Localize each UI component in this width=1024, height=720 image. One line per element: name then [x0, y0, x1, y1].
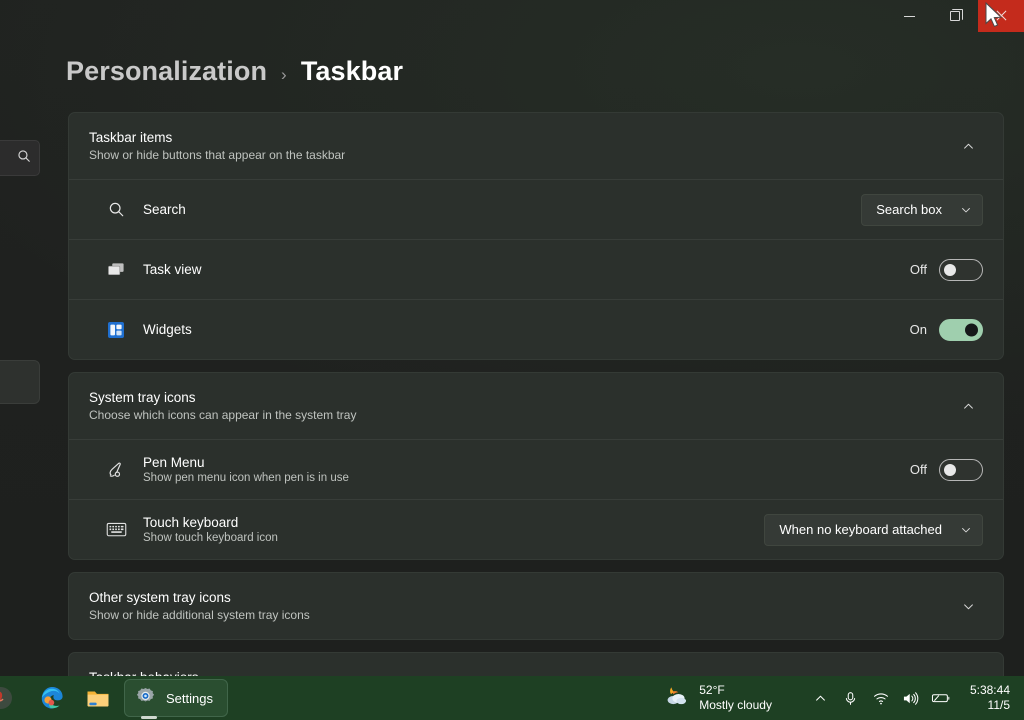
chevron-down-icon[interactable]	[953, 591, 983, 621]
taskbar-clock[interactable]: 5:38:44 11/5	[960, 683, 1016, 712]
chevron-up-icon[interactable]	[953, 131, 983, 161]
chevron-down-icon	[960, 204, 972, 216]
weather-partly-cloudy-icon	[664, 684, 690, 713]
windows-taskbar: Settings 52°F Mostly cloudy 5:38:44 11/5	[0, 676, 1024, 720]
minimize-icon	[903, 15, 915, 17]
widgets-toggle[interactable]	[939, 318, 983, 341]
pen-menu-toggle[interactable]	[939, 458, 983, 481]
dropdown-value: When no keyboard attached	[779, 522, 942, 537]
chevron-up-icon[interactable]	[808, 683, 834, 713]
card-header-taskbar-behaviors[interactable]: Taskbar behaviors Taskbar alignment, bad…	[69, 653, 1003, 676]
start-icon[interactable]	[0, 679, 26, 717]
row-label: Widgets	[143, 322, 192, 337]
task-view-icon	[105, 259, 127, 281]
chevron-down-icon	[960, 524, 972, 536]
task-view-toggle[interactable]	[939, 258, 983, 281]
clock-time: 5:38:44	[969, 683, 1010, 698]
search-mode-dropdown[interactable]: Search box	[861, 193, 983, 226]
card-subtitle: Show or hide buttons that appear on the …	[89, 148, 346, 162]
settings-window: Personalization › Taskbar Taskbar items …	[0, 0, 1024, 720]
row-sublabel: Show touch keyboard icon	[143, 532, 278, 544]
card-other-system-tray-icons: Other system tray icons Show or hide add…	[68, 572, 1004, 640]
search-icon	[105, 199, 127, 221]
card-subtitle: Show or hide additional system tray icon…	[89, 608, 310, 622]
card-title: System tray icons	[89, 390, 196, 405]
breadcrumb-separator: ›	[281, 65, 287, 84]
sidebar-nav-item-partial[interactable]	[0, 360, 40, 404]
row-search[interactable]: Search Search box	[69, 179, 1003, 239]
minimize-button[interactable]	[886, 0, 932, 32]
file-explorer-icon[interactable]	[78, 679, 118, 717]
breadcrumb: Personalization › Taskbar	[66, 56, 403, 87]
toggle-state-label: Off	[909, 462, 927, 477]
speaker-icon[interactable]	[898, 683, 924, 713]
row-widgets[interactable]: Widgets On	[69, 299, 1003, 359]
battery-icon[interactable]	[928, 683, 954, 713]
widgets-icon	[105, 319, 127, 341]
card-header-other-system-tray-icons[interactable]: Other system tray icons Show or hide add…	[69, 573, 1003, 639]
taskbar-apps: Settings	[0, 679, 228, 719]
card-taskbar-items: Taskbar items Show or hide buttons that …	[68, 112, 1004, 360]
maximize-icon	[950, 9, 963, 21]
taskbar-item-settings[interactable]: Settings	[124, 679, 228, 719]
settings-content: Taskbar items Show or hide buttons that …	[68, 112, 1004, 676]
touch-keyboard-dropdown[interactable]: When no keyboard attached	[764, 513, 983, 546]
keyboard-icon	[105, 519, 127, 541]
card-title: Other system tray icons	[89, 590, 231, 605]
row-task-view[interactable]: Task view Off	[69, 239, 1003, 299]
toggle-state-label: Off	[909, 262, 927, 277]
edge-icon[interactable]	[32, 679, 72, 717]
toggle-state-label: On	[909, 322, 927, 337]
row-label: Search	[143, 202, 186, 217]
pen-icon	[105, 459, 127, 481]
title-bar	[0, 0, 1024, 32]
card-header-system-tray-icons[interactable]: System tray icons Choose which icons can…	[69, 373, 1003, 439]
row-label: Task view	[143, 262, 202, 277]
weather-condition: Mostly cloudy	[699, 698, 772, 712]
settings-gear-icon	[134, 685, 157, 711]
row-label: Pen Menu	[143, 455, 205, 470]
taskbar-weather-widget[interactable]: 52°F Mostly cloudy	[654, 678, 782, 718]
breadcrumb-parent[interactable]: Personalization	[66, 56, 267, 87]
taskbar-tray: 52°F Mostly cloudy 5:38:44 11/5	[654, 676, 1024, 720]
card-subtitle: Choose which icons can appear in the sys…	[89, 408, 357, 422]
card-system-tray-icons: System tray icons Choose which icons can…	[68, 372, 1004, 560]
dropdown-value: Search box	[876, 202, 942, 217]
row-pen-menu[interactable]: Pen Menu Show pen menu icon when pen is …	[69, 439, 1003, 499]
page-title: Taskbar	[300, 56, 404, 86]
tray-icon-group	[782, 683, 960, 713]
taskbar-item-label: Settings	[166, 690, 213, 706]
card-header-taskbar-items[interactable]: Taskbar items Show or hide buttons that …	[69, 113, 1003, 179]
weather-temperature: 52°F	[699, 683, 725, 698]
wifi-icon[interactable]	[868, 683, 894, 713]
chevron-up-icon[interactable]	[953, 391, 983, 421]
row-sublabel: Show pen menu icon when pen is in use	[143, 472, 349, 484]
maximize-button[interactable]	[932, 0, 978, 32]
search-icon	[17, 149, 31, 168]
row-label: Touch keyboard	[143, 515, 239, 530]
row-touch-keyboard[interactable]: Touch keyboard Show touch keyboard icon …	[69, 499, 1003, 559]
microphone-icon[interactable]	[838, 683, 864, 713]
sidebar-search-box[interactable]	[0, 140, 40, 176]
card-taskbar-behaviors: Taskbar behaviors Taskbar alignment, bad…	[68, 652, 1004, 676]
card-title: Taskbar items	[89, 130, 173, 145]
close-button[interactable]	[978, 0, 1024, 32]
close-icon	[995, 10, 1007, 22]
clock-date: 11/5	[987, 698, 1010, 712]
